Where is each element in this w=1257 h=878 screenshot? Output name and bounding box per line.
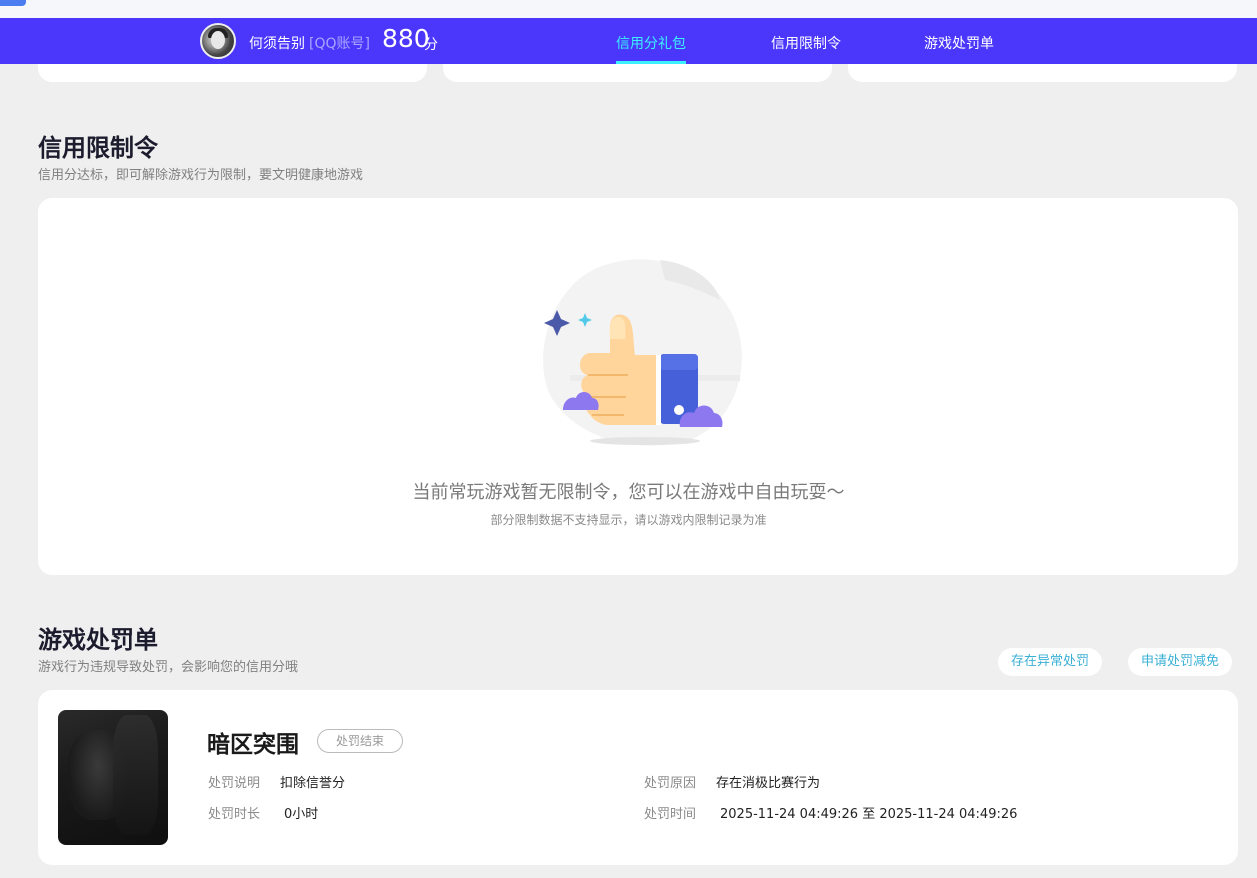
game-cover-image bbox=[58, 710, 168, 845]
empty-message: 当前常玩游戏暂无限制令，您可以在游戏中自由玩耍～ bbox=[412, 482, 845, 503]
penalty-desc-value: 扣除信誉分 bbox=[280, 776, 346, 791]
tab-credit-gift[interactable]: 信用分礼包 bbox=[616, 33, 686, 53]
penalty-time-value: 2025-11-24 04:49:26 至 2025-11-24 04:49:2… bbox=[720, 807, 1018, 822]
game-cover-shape bbox=[113, 715, 158, 835]
penalty-time-label: 处罚时间 bbox=[644, 807, 697, 822]
thumbs-up-illustration bbox=[543, 259, 742, 446]
tab-game-penalty[interactable]: 游戏处罚单 bbox=[924, 33, 994, 53]
credit-score: 880 bbox=[382, 24, 430, 53]
tab-credit-restriction[interactable]: 信用限制令 bbox=[771, 33, 841, 53]
username: 何须告别 bbox=[249, 36, 305, 52]
game-name: 暗区突围 bbox=[207, 732, 299, 758]
abnormal-penalty-button[interactable]: 存在异常处罚 bbox=[998, 648, 1103, 676]
penalty-section-subtitle: 游戏行为违规导致处罚，会影响您的信用分哦 bbox=[38, 660, 299, 675]
avatar-face bbox=[211, 31, 225, 49]
restriction-section-subtitle: 信用分达标，即可解除游戏行为限制，要文明健康地游戏 bbox=[38, 168, 364, 183]
top-navbar: 何须告别 [QQ账号] 880 分 信用分礼包 信用限制令 游戏处罚单 bbox=[0, 18, 1257, 64]
avatar[interactable] bbox=[200, 23, 236, 59]
empty-note: 部分限制数据不支持显示，请以游戏内限制记录为准 bbox=[490, 513, 767, 527]
credit-score-unit: 分 bbox=[424, 37, 438, 53]
penalty-duration-value: 0小时 bbox=[284, 807, 319, 822]
penalty-reason-value: 存在消极比赛行为 bbox=[716, 776, 821, 791]
account-type: [QQ账号] bbox=[309, 36, 370, 52]
penalty-section-title: 游戏处罚单 bbox=[38, 626, 158, 654]
restriction-section-title: 信用限制令 bbox=[38, 134, 158, 162]
status-badge: 处罚结束 bbox=[317, 729, 403, 753]
penalty-reason-label: 处罚原因 bbox=[644, 776, 697, 791]
appeal-penalty-button[interactable]: 申请处罚减免 bbox=[1128, 648, 1233, 676]
penalty-duration-label: 处罚时长 bbox=[208, 807, 261, 822]
browser-top-strip bbox=[0, 0, 1257, 18]
top-strip-tab[interactable] bbox=[0, 0, 26, 6]
active-tab-indicator bbox=[616, 61, 686, 64]
penalty-desc-label: 处罚说明 bbox=[208, 776, 261, 791]
